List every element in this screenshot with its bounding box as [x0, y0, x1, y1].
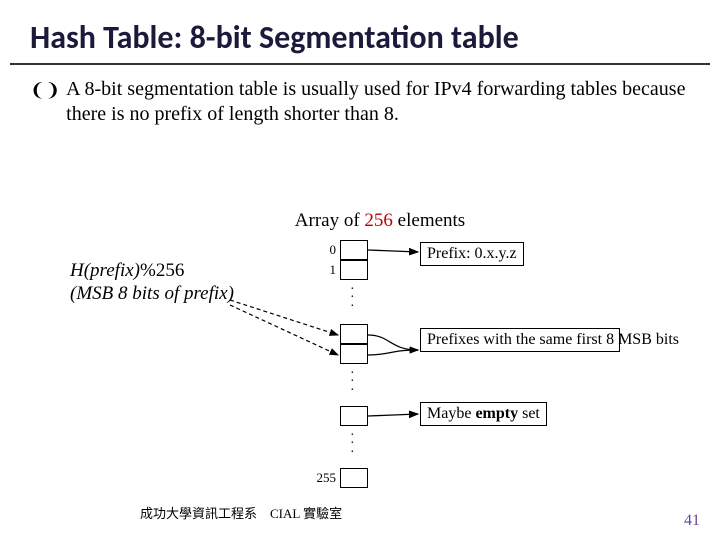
array-cell-last — [340, 468, 368, 488]
vdots-icon-2: ··· — [350, 370, 355, 395]
hash-func-mod: %256 — [140, 260, 184, 281]
bullet-glyph-icon: ❨❩ — [30, 79, 60, 102]
hash-function-label: H(prefix)%256 (MSB 8 bits of prefix) — [70, 260, 234, 306]
array-cell-mid2 — [340, 344, 368, 364]
hash-func-name: H — [70, 260, 84, 281]
array-cell-1 — [340, 260, 368, 280]
bullet-item: ❨❩ A 8-bit segmentation table is usually… — [0, 65, 720, 127]
annot-same-msb: Prefixes with the same first 8 MSB bits — [420, 328, 620, 352]
vdots-icon-3: ··· — [350, 432, 355, 457]
array-cell-empty — [340, 406, 368, 426]
array-cell-0 — [340, 240, 368, 260]
array-caption-suffix: elements — [393, 210, 465, 231]
array-index-1: 1 — [306, 262, 336, 278]
bullet-text: A 8-bit segmentation table is usually us… — [66, 77, 690, 127]
slide-title: Hash Table: 8-bit Segmentation table — [10, 0, 710, 65]
array-index-0: 0 — [306, 242, 336, 258]
annot-empty-set: Maybe empty set — [420, 402, 547, 426]
annot-empty-b: empty — [475, 405, 518, 422]
array-caption-prefix: Array of — [295, 210, 365, 231]
hash-func-arg: (prefix) — [84, 260, 140, 281]
slide-number: 41 — [684, 512, 700, 530]
array-caption-count: 256 — [364, 210, 393, 231]
hash-msb-note: (MSB 8 bits of prefix) — [70, 283, 234, 304]
annot-empty-a: Maybe — [427, 405, 475, 422]
annot-prefix-0: Prefix: 0.x.y.z — [420, 242, 524, 266]
footer-text: 成功大學資訊工程系 CIAL 實驗室 — [140, 503, 342, 522]
array-caption: Array of 256 elements — [260, 210, 500, 232]
array-index-last: 255 — [306, 470, 336, 486]
annot-empty-c: set — [518, 405, 540, 422]
vdots-icon: ··· — [350, 286, 355, 311]
array-cell-mid1 — [340, 324, 368, 344]
